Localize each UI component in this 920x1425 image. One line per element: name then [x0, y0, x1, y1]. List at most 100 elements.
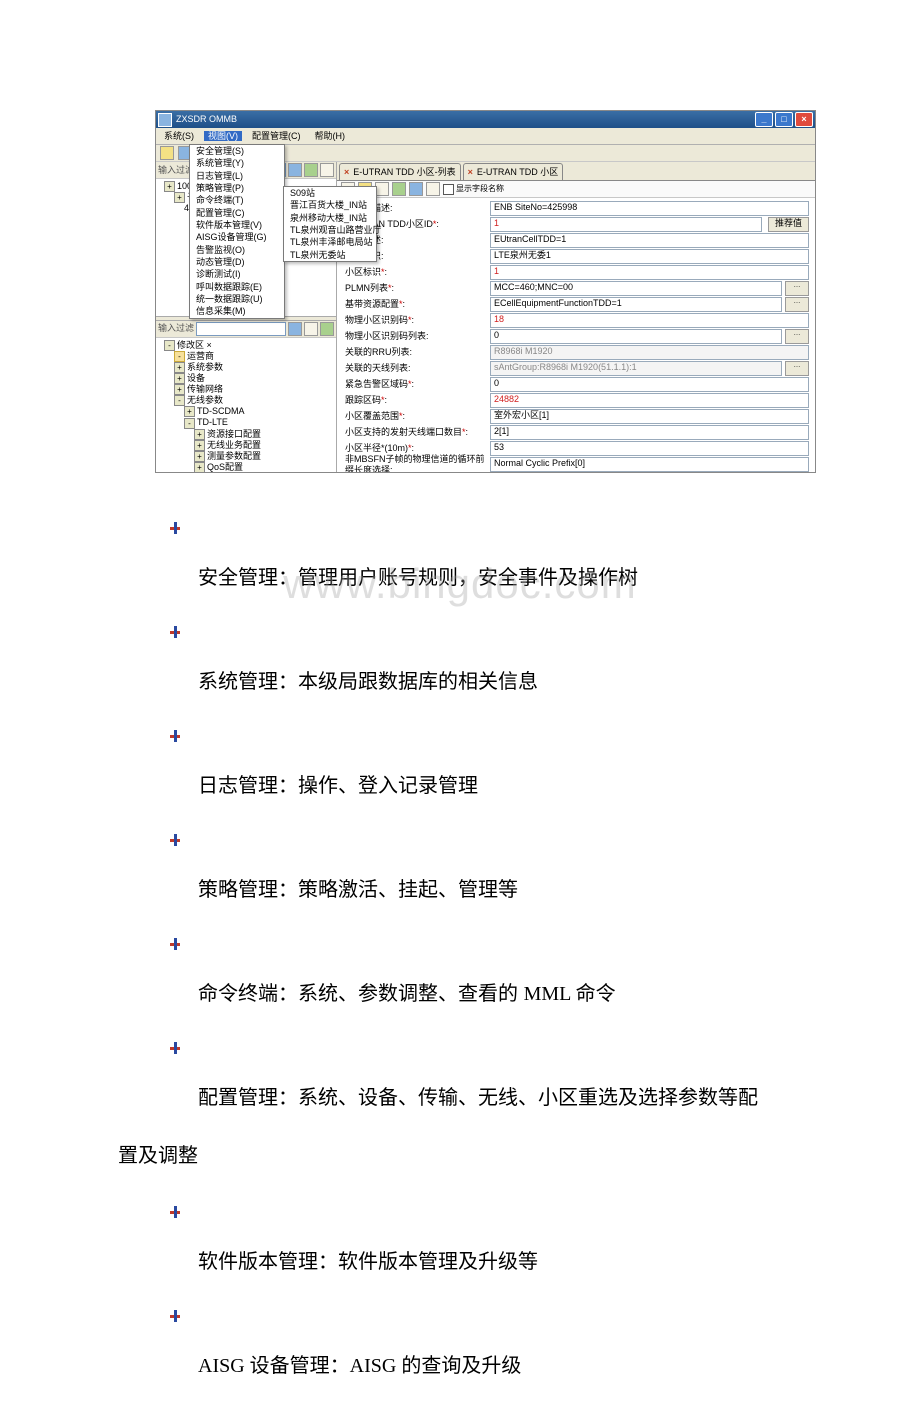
field-value[interactable]: Normal Cyclic Prefix[0]	[490, 457, 809, 472]
globe-icon[interactable]	[409, 182, 423, 196]
clear-icon[interactable]	[320, 322, 334, 336]
menu-view[interactable]: 视图(V)	[204, 131, 242, 141]
tree-node[interactable]: +系统参数	[158, 362, 336, 373]
browse-button[interactable]: …	[785, 329, 809, 344]
field-label: 非MBSFN子帧的物理信道的循环前缀长度选择:	[345, 454, 490, 473]
browse-button[interactable]: …	[785, 297, 809, 312]
menu-item[interactable]: 统一数据跟踪(U)	[190, 293, 284, 305]
menu-item[interactable]: 安全管理(S)	[190, 145, 284, 157]
field-value[interactable]: 53	[490, 441, 809, 456]
field-label: 基带资源配置*:	[345, 299, 490, 309]
tree-node[interactable]: +测量参数配置	[158, 451, 336, 462]
tree-node[interactable]: +QoS配置	[158, 462, 336, 473]
bullet-icon	[170, 624, 186, 640]
submenu-item[interactable]: 泉州移动大楼_IN站	[284, 212, 376, 224]
paragraph: 命令终端：系统、参数调整、查看的 MML 命令	[158, 975, 840, 1013]
field-label: PLMN列表*:	[345, 283, 490, 293]
filter-label2: 输入过滤	[158, 323, 194, 333]
menu-item[interactable]: AISG设备管理(G)	[190, 231, 284, 243]
field-value[interactable]: 0	[490, 329, 782, 344]
tree-node[interactable]: +资源接口配置	[158, 429, 336, 440]
field-value: sAntGroup:R8968i M1920(51.1.1):1	[490, 361, 782, 376]
field-value[interactable]: ECellEquipmentFunctionTDD=1	[490, 297, 782, 312]
app-screenshot: ZXSDR OMMB _ □ × 系统(S) 视图(V) 配置管理(C) 帮助(…	[155, 110, 816, 473]
article-body: 安全管理：管理用户账号规则，安全事件及操作树 系统管理：本级局跟数据库的相关信息…	[0, 473, 920, 1425]
menu-item[interactable]: 动态管理(D)	[190, 256, 284, 268]
submenu-item[interactable]: TL泉州丰泽邮电局站	[284, 236, 376, 248]
menu-item[interactable]: 告警监视(O)	[190, 244, 284, 256]
window-close-button[interactable]: ×	[795, 112, 813, 127]
menu-help[interactable]: 帮助(H)	[311, 131, 350, 141]
tree-node[interactable]: +传输网络	[158, 384, 336, 395]
paragraph: 配置管理：系统、设备、传输、无线、小区重选及选择参数等配	[158, 1079, 840, 1117]
filter-input2[interactable]	[196, 322, 286, 336]
field-value: R8968i M1920	[490, 345, 809, 360]
field-value[interactable]: 0	[490, 377, 809, 392]
menu-item[interactable]: 命令终端(T)	[190, 194, 284, 206]
field-value[interactable]: 24882	[490, 393, 809, 408]
tree-node[interactable]: -运营商	[158, 351, 336, 362]
menu-item[interactable]: 软件版本管理(V)	[190, 219, 284, 231]
close-icon[interactable]: ×	[344, 167, 349, 177]
menu-item[interactable]: 日志管理(L)	[190, 170, 284, 182]
goto-icon[interactable]	[304, 163, 318, 177]
tree-node[interactable]: +设备	[158, 373, 336, 384]
menu-item[interactable]: 信息采集(M)	[190, 305, 284, 317]
field-value[interactable]: MCC=460;MNC=00	[490, 281, 782, 296]
tree-node[interactable]: -TD-LTE	[158, 417, 336, 428]
dropdown-icon[interactable]	[288, 163, 302, 177]
field-label: 跟踪区码*:	[345, 395, 490, 405]
field-label: 小区覆盖范围*:	[345, 411, 490, 421]
window-maximize-button[interactable]: □	[775, 112, 793, 127]
field-value[interactable]: 1	[490, 265, 809, 280]
field-label: 小区半径*(10m)*:	[345, 443, 490, 453]
field-value[interactable]: 室外宏小区[1]	[490, 409, 809, 424]
menu-item[interactable]: 诊断测试(I)	[190, 268, 284, 280]
app-icon	[158, 113, 172, 127]
field-value[interactable]: 18	[490, 313, 809, 328]
submenu-item[interactable]: 晋江百货大楼_IN站	[284, 199, 376, 211]
tree-root[interactable]: -修改区 ×	[158, 340, 336, 351]
menu-item[interactable]: 策略管理(P)	[190, 182, 284, 194]
close-icon[interactable]: ×	[468, 167, 473, 177]
browse-button[interactable]: …	[785, 281, 809, 296]
tab-cell[interactable]: ×E-UTRAN TDD 小区	[463, 163, 564, 180]
tree-node[interactable]: +无线业务配置	[158, 440, 336, 451]
recommend-button[interactable]: 推荐值	[768, 217, 809, 232]
property-form: 父对象描述:ENB SiteNo=425998 E-UTRAN TDD小区ID*…	[337, 198, 815, 473]
bullet-icon	[170, 1308, 186, 1324]
paragraph: 软件版本管理：软件版本管理及升级等	[158, 1243, 840, 1281]
field-value[interactable]: EUtranCellTDD=1	[490, 233, 809, 248]
submenu-item[interactable]: TL泉州无委站	[284, 249, 376, 261]
field-value[interactable]: 2[1]	[490, 425, 809, 440]
browse-button[interactable]: …	[785, 361, 809, 376]
dropdown-icon[interactable]	[288, 322, 302, 336]
menu-item[interactable]: 呼叫数据跟踪(E)	[190, 281, 284, 293]
refresh-icon[interactable]	[392, 182, 406, 196]
menu-item[interactable]: 配置管理(C)	[190, 207, 284, 219]
bullet-icon	[170, 1040, 186, 1056]
editor-tabs: ×E-UTRAN TDD 小区-列表 ×E-UTRAN TDD 小区	[337, 162, 815, 181]
toolbar-icon[interactable]	[160, 146, 174, 160]
print-icon[interactable]	[426, 182, 440, 196]
field-value[interactable]: LTE泉州无委1	[490, 249, 809, 264]
paragraph: 系统管理：本级局跟数据库的相关信息	[158, 663, 840, 701]
menu-item[interactable]: 系统管理(Y)	[190, 157, 284, 169]
field-value[interactable]: ENB SiteNo=425998	[490, 201, 809, 216]
paragraph: 日志管理：操作、登入记录管理	[158, 767, 840, 805]
menu-system[interactable]: 系统(S)	[160, 131, 198, 141]
tab-list[interactable]: ×E-UTRAN TDD 小区-列表	[339, 163, 461, 180]
submenu-item[interactable]: S09站	[284, 187, 376, 199]
window-minimize-button[interactable]: _	[755, 112, 773, 127]
submenu-item[interactable]: TL泉州观音山路营业厅	[284, 224, 376, 236]
tree-node[interactable]: +TD-SCDMA	[158, 406, 336, 417]
search-icon[interactable]	[304, 322, 318, 336]
tree-node[interactable]: -无线参数	[158, 395, 336, 406]
checkbox[interactable]	[443, 184, 454, 195]
content-panel: ×E-UTRAN TDD 小区-列表 ×E-UTRAN TDD 小区 显示字段名…	[337, 162, 815, 473]
search-icon[interactable]	[320, 163, 334, 177]
menu-config[interactable]: 配置管理(C)	[248, 131, 305, 141]
field-value[interactable]: 1	[490, 217, 762, 232]
bullet-icon	[170, 936, 186, 952]
copy-icon[interactable]	[375, 182, 389, 196]
